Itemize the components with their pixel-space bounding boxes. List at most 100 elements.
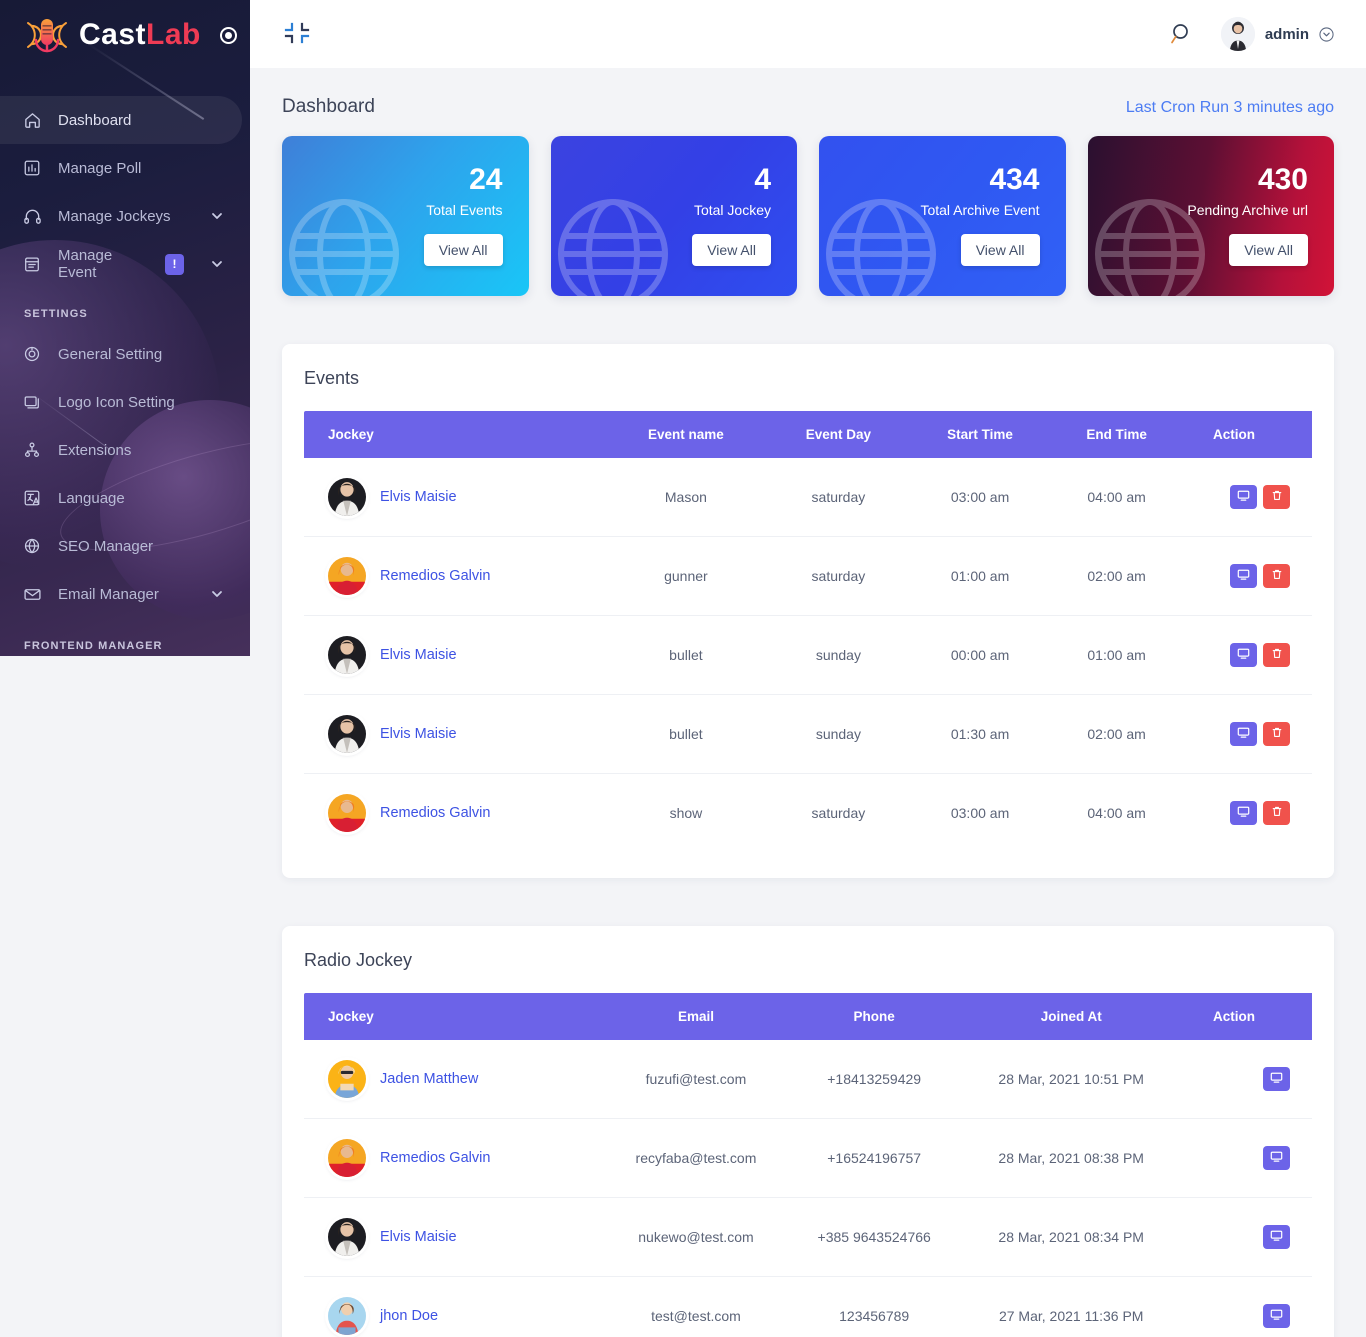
view-event-button[interactable] [1230,485,1257,509]
monitor-icon [1270,1229,1283,1245]
chevron-down-icon[interactable] [210,257,224,271]
jockey-link[interactable]: Remedios Galvin [380,805,490,821]
sidebar-item-logo-icon-setting[interactable]: Logo Icon Setting [0,378,250,426]
stat-card-body: 24 Total Events View All [282,136,529,296]
cron-status-link[interactable]: Last Cron Run 3 minutes ago [1126,99,1334,117]
stat-card-total-events[interactable]: 24 Total Events View All [282,136,529,296]
view-all-button[interactable]: View All [423,233,503,266]
avatar [1220,17,1255,51]
jockey-link[interactable]: jhon Doe [380,1308,438,1324]
stat-card-total-jockey[interactable]: 4 Total Jockey View All [550,136,797,296]
brand-title: CastLab [79,20,201,50]
brand-logo[interactable]: CastLab [0,0,250,70]
table-row: Jaden Matthew fuzufi@test.com +18413259429… [304,1040,1312,1119]
view-event-button[interactable] [1230,801,1257,825]
topbar: admin [250,0,1366,68]
cell-jockey: Jaden Matthew [304,1040,604,1119]
view-event-button[interactable] [1230,722,1257,746]
sidebar-item-label: SEO Manager [58,537,154,555]
jockey-link[interactable]: Remedios Galvin [380,568,490,584]
collapse-fullscreen-icon[interactable] [284,21,310,47]
view-event-button[interactable] [1230,564,1257,588]
jockey-link[interactable]: Elvis Maisie [380,726,457,742]
jockey-link[interactable]: Remedios Galvin [380,1150,490,1166]
trash-icon [1271,489,1283,505]
radio-dot-icon[interactable] [219,26,237,44]
table-row: Remedios Galvin gunner saturday 01:00 am 02:… [304,536,1312,616]
cell-event-day: sunday [767,694,909,774]
view-all-button[interactable]: View All [692,233,771,266]
cell-action [1182,1197,1312,1277]
table-header-row: Jockey Email Phone Joined At Action [304,993,1312,1040]
cell-joined-at: 28 Mar, 2021 08:38 PM [960,1118,1182,1198]
avatar [328,636,366,674]
delete-event-button[interactable] [1263,485,1290,509]
chevron-down-icon[interactable] [210,587,224,601]
delete-event-button[interactable] [1263,801,1290,825]
cell-jockey: Elvis Maisie [304,1197,604,1277]
radio-jockey-table-body: Jaden Matthew fuzufi@test.com +18413259429… [304,1040,1312,1337]
cell-email: nukewo@test.com [604,1197,788,1277]
home-icon [22,110,42,130]
jockey-link[interactable]: Elvis Maisie [380,647,457,663]
monitor-icon [1237,726,1250,742]
delete-event-button[interactable] [1263,643,1290,667]
cell-end-time: 04:00 am [1087,805,1146,821]
delete-event-button[interactable] [1263,722,1290,746]
jockey-link[interactable]: Elvis Maisie [380,489,457,505]
jockey-link[interactable]: Jaden Matthew [380,1071,478,1087]
column-header-event-name: Event name [604,411,768,458]
jockey-link[interactable]: Elvis Maisie [380,1229,457,1245]
sidebar-heading-frontend-manager: FRONTEND MANAGER [24,640,163,652]
view-jockey-button[interactable] [1263,1225,1290,1249]
sidebar-heading-settings: SETTINGS [24,308,88,320]
radio-jockey-table: Jockey Email Phone Joined At Action Jade… [304,993,1312,1337]
sidebar-item-manage-event[interactable]: Manage Event ! [0,240,250,288]
sidebar-item-dashboard[interactable]: Dashboard [0,96,242,144]
sidebar-item-label: Logo Icon Setting [58,393,175,411]
cell-event-name: show [669,805,703,821]
monitor-icon [1237,647,1250,663]
headphone-icon [22,206,42,226]
chevron-down-icon[interactable] [210,209,224,223]
sidebar-item-seo-manager[interactable]: SEO Manager [0,522,250,570]
user-menu[interactable]: admin [1220,17,1334,51]
view-jockey-button[interactable] [1263,1067,1290,1091]
view-all-button[interactable]: View All [960,233,1040,266]
search-icon[interactable] [1169,21,1195,47]
sidebar-item-label: Manage Jockeys [58,207,171,225]
sidebar-item-label: Dashboard [58,111,132,129]
cell-jockey: Remedios Galvin [304,1118,604,1198]
view-event-button[interactable] [1230,643,1257,667]
monitor-icon [1237,805,1250,821]
radio-jockey-panel: Radio Jockey Jockey Email Phone Joined A… [282,926,1334,1337]
user-name-label: admin [1264,25,1309,43]
sidebar-item-manage-jockeys[interactable]: Manage Jockeys [0,192,250,240]
stat-label: Total Events [426,201,503,218]
sidebar-item-extensions[interactable]: Extensions [0,426,250,474]
sidebar-item-manage-poll[interactable]: Manage Poll [0,144,250,192]
stat-card-body: 430 Pending Archive url View All [1088,136,1335,296]
avatar [328,1060,366,1098]
sidebar-item-general-setting[interactable]: General Setting [0,330,250,378]
cell-joined-at: 28 Mar, 2021 10:51 PM [960,1040,1182,1119]
sidebar-item-email-manager[interactable]: Email Manager [0,570,250,618]
table-row: Remedios Galvin show saturday 03:00 am 04:00… [304,774,1312,853]
delete-event-button[interactable] [1263,564,1290,588]
sidebar-item-language[interactable]: Language [0,474,250,522]
cell-end-time: 01:00 am [1051,615,1182,695]
cell-phone: +385 9643524766 [787,1197,961,1277]
stat-label: Total Jockey [693,201,771,218]
chevron-down-circle-icon[interactable] [1319,26,1334,42]
cell-event-name: bullet [604,694,768,774]
stat-card-pending-archive-url[interactable]: 430 Pending Archive url View All [1087,136,1335,296]
view-jockey-button[interactable] [1263,1304,1290,1328]
sidebar-nav: Dashboard Manage Poll Manage Jockeys Man… [0,70,250,656]
cell-action [1182,694,1312,774]
stat-card-total-archive-event[interactable]: 434 Total Archive Event View All [819,136,1066,296]
main-content: Dashboard Last Cron Run 3 minutes ago 24… [250,68,1366,1337]
view-jockey-button[interactable] [1263,1146,1290,1170]
view-all-button[interactable]: View All [1229,233,1308,266]
cell-action [1182,1277,1312,1337]
cell-jockey: Remedios Galvin [304,774,604,853]
